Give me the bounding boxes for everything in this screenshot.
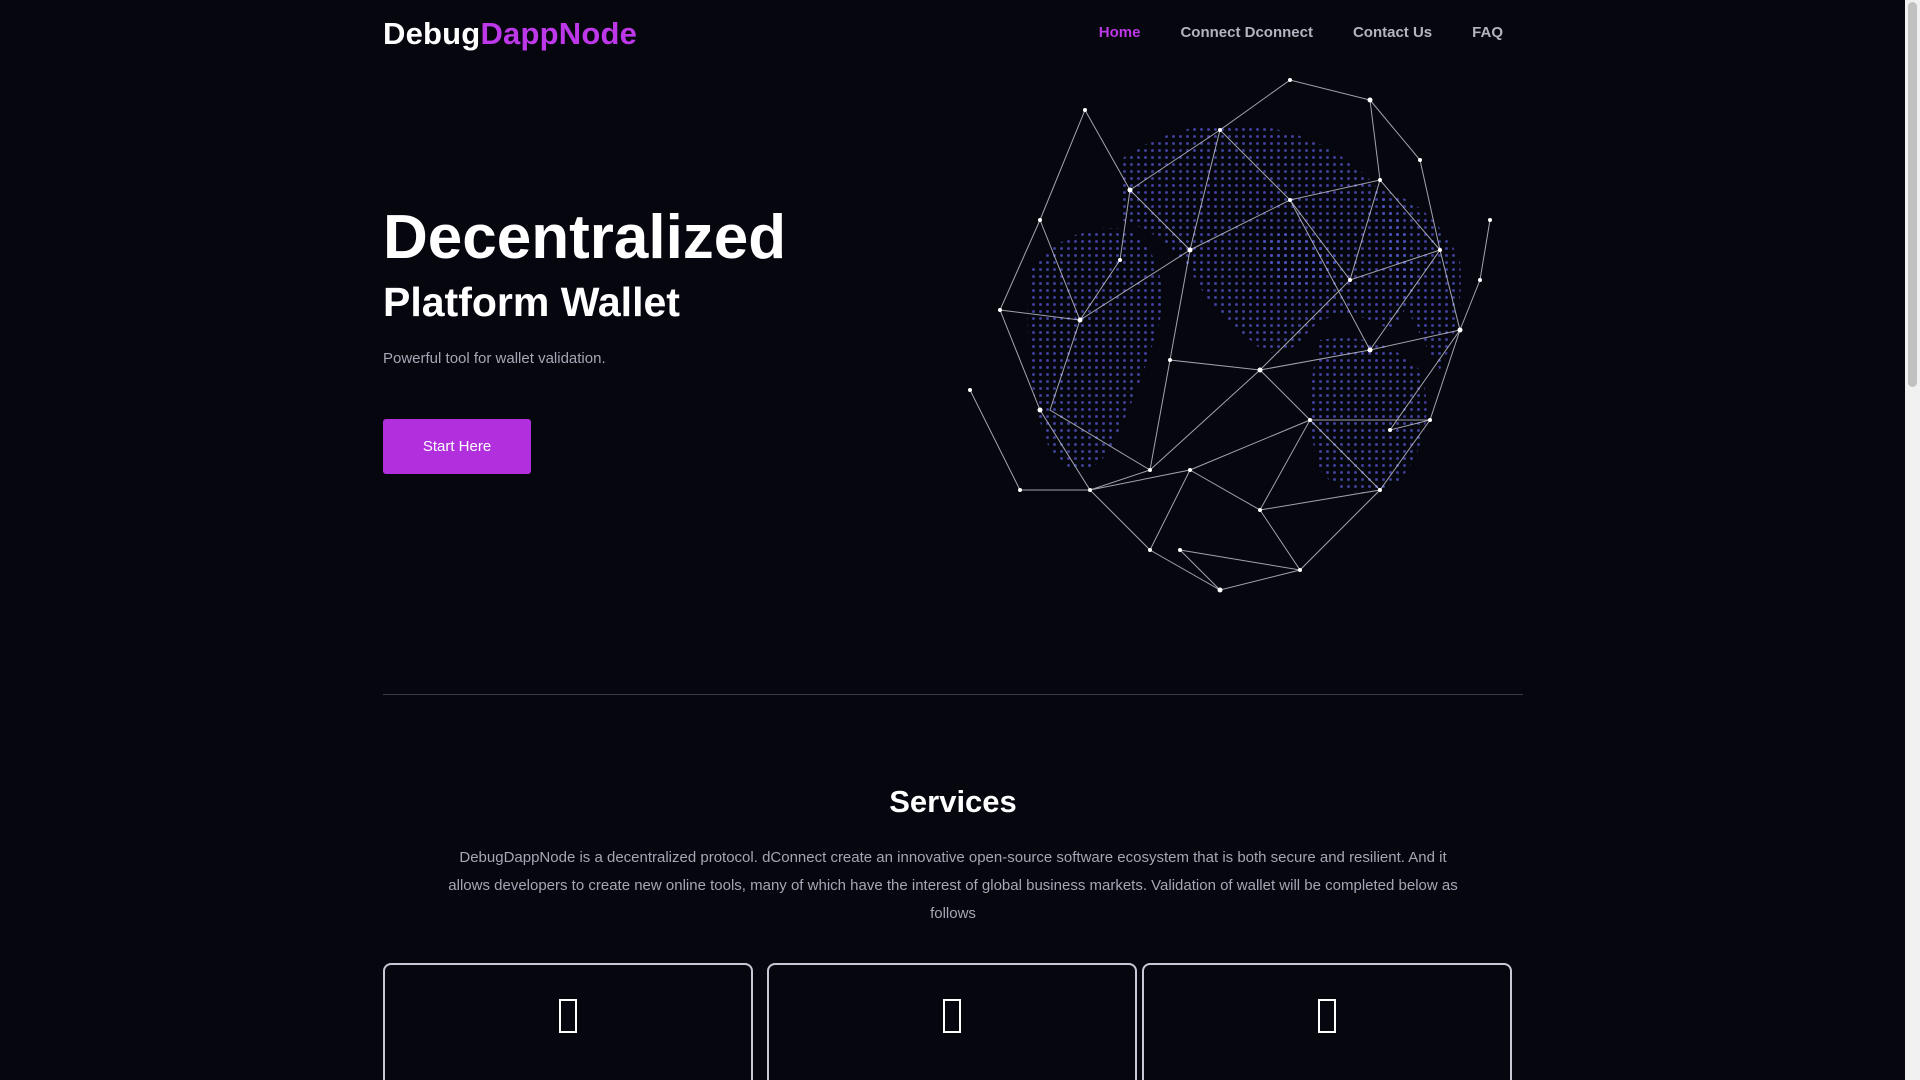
start-here-button[interactable]: Start Here	[383, 419, 531, 474]
hero-text: Powerful tool for wallet validation.	[383, 350, 606, 367]
service-icon	[1318, 999, 1336, 1033]
hero-subtitle: Platform Wallet	[383, 279, 680, 325]
nav-connect-dconnect[interactable]: Connect Dconnect	[1160, 24, 1333, 41]
nav-faq[interactable]: FAQ	[1452, 24, 1523, 41]
logo-text-dappnode: DappNode	[480, 16, 638, 51]
nav-contact-us[interactable]: Contact Us	[1333, 24, 1452, 41]
main-nav: Home Connect Dconnect Contact Us FAQ	[1079, 24, 1523, 41]
section-divider	[383, 694, 1523, 695]
hero-title: Decentralized	[383, 203, 787, 272]
network-globe-icon	[968, 78, 1492, 593]
services-title: Services	[889, 784, 1017, 819]
service-card-2[interactable]	[767, 963, 1137, 1080]
logo[interactable]: DebugDappNode	[383, 16, 637, 52]
service-card-1[interactable]	[383, 963, 753, 1080]
logo-text-debug: Debug	[383, 16, 481, 51]
nav-home[interactable]: Home	[1079, 24, 1161, 41]
service-icon	[943, 999, 961, 1033]
page: DebugDappNode Home Connect Dconnect Cont…	[0, 0, 1905, 1080]
navbar: DebugDappNode Home Connect Dconnect Cont…	[383, 0, 1523, 70]
page-scrollbar[interactable]	[1905, 0, 1920, 1080]
services-description: DebugDappNode is a decentralized protoco…	[448, 849, 1458, 922]
service-card-3[interactable]	[1142, 963, 1512, 1080]
service-icon	[559, 999, 577, 1033]
scrollbar-thumb[interactable]	[1908, 2, 1917, 387]
